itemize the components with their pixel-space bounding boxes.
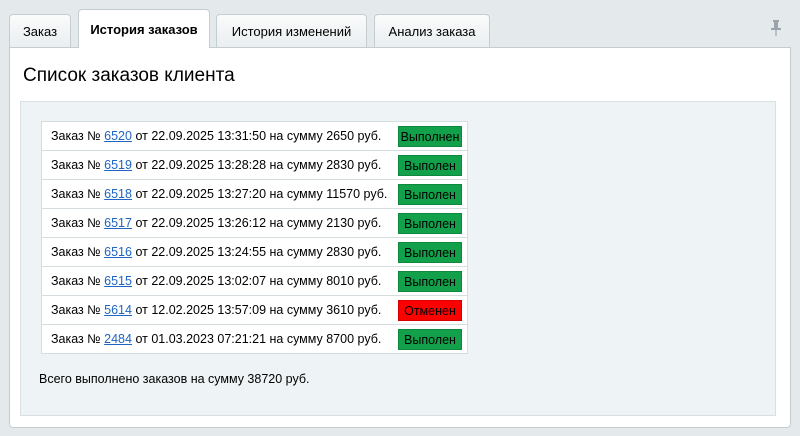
table-row: Заказ № 6519 от 22.09.2025 13:28:28 на с…	[41, 150, 468, 180]
orders-panel: Список заказов клиента Заказ № 6520 от 2…	[9, 47, 791, 428]
table-row: Заказ № 6518 от 22.09.2025 13:27:20 на с…	[41, 179, 468, 209]
pin-icon[interactable]	[770, 19, 782, 37]
status-badge: Выполен	[398, 212, 462, 234]
order-description: Заказ № 6520 от 22.09.2025 13:31:50 на с…	[41, 121, 393, 151]
order-details: от 01.03.2023 07:21:21 на сумму 8700 руб…	[135, 332, 382, 346]
table-row: Заказ № 6516 от 22.09.2025 13:24:55 на с…	[41, 237, 468, 267]
order-details: от 22.09.2025 13:27:20 на сумму 11570 ру…	[135, 187, 388, 201]
status-badge: Отменен	[398, 299, 462, 321]
order-description: Заказ № 6515 от 22.09.2025 13:02:07 на с…	[41, 266, 393, 296]
order-description: Заказ № 6516 от 22.09.2025 13:24:55 на с…	[41, 237, 393, 267]
table-row: Заказ № 5614 от 12.02.2025 13:57:09 на с…	[41, 295, 468, 325]
order-number-link[interactable]: 6518	[104, 187, 132, 201]
orders-table: Заказ № 6520 от 22.09.2025 13:31:50 на с…	[41, 121, 468, 354]
order-prefix: Заказ №	[51, 245, 101, 259]
table-row: Заказ № 6520 от 22.09.2025 13:31:50 на с…	[41, 121, 468, 151]
status-badge: Выполен	[398, 183, 462, 205]
order-prefix: Заказ №	[51, 216, 101, 230]
order-prefix: Заказ №	[51, 303, 101, 317]
tab-label: Анализ заказа	[388, 24, 476, 39]
order-status-cell: Выполен	[392, 208, 468, 238]
order-description: Заказ № 6517 от 22.09.2025 13:26:12 на с…	[41, 208, 393, 238]
order-prefix: Заказ №	[51, 158, 101, 172]
tab-order-analysis[interactable]: Анализ заказа	[374, 14, 490, 48]
tab-label: История изменений	[231, 24, 352, 39]
order-details: от 22.09.2025 13:28:28 на сумму 2830 руб…	[135, 158, 382, 172]
order-details: от 12.02.2025 13:57:09 на сумму 3610 руб…	[135, 303, 382, 317]
order-details: от 22.09.2025 13:24:55 на сумму 2830 руб…	[135, 245, 382, 259]
panel-title: Список заказов клиента	[23, 65, 235, 86]
order-details: от 22.09.2025 13:02:07 на сумму 8010 руб…	[135, 274, 382, 288]
table-row: Заказ № 2484 от 01.03.2023 07:21:21 на с…	[41, 324, 468, 354]
table-row: Заказ № 6515 от 22.09.2025 13:02:07 на с…	[41, 266, 468, 296]
order-prefix: Заказ №	[51, 332, 101, 346]
status-badge: Выполен	[398, 241, 462, 263]
status-badge: Выполен	[398, 154, 462, 176]
order-number-link[interactable]: 2484	[104, 332, 132, 346]
tab-label: История заказов	[90, 21, 198, 37]
order-status-cell: Выполен	[392, 179, 468, 209]
status-badge: Выполнен	[398, 125, 462, 147]
order-status-cell: Выполен	[392, 237, 468, 267]
tab-order[interactable]: Заказ	[9, 14, 71, 48]
order-prefix: Заказ №	[51, 187, 101, 201]
order-status-cell: Выполен	[392, 150, 468, 180]
status-badge: Выполен	[398, 270, 462, 292]
order-details: от 22.09.2025 13:26:12 на сумму 2130 руб…	[135, 216, 382, 230]
order-number-link[interactable]: 6515	[104, 274, 132, 288]
order-prefix: Заказ №	[51, 129, 101, 143]
orders-total: Всего выполнено заказов на сумму 38720 р…	[39, 372, 310, 386]
orders-container: Заказ № 6520 от 22.09.2025 13:31:50 на с…	[20, 101, 776, 416]
status-badge: Выполен	[398, 328, 462, 350]
tab-order-history[interactable]: История заказов	[78, 9, 210, 48]
order-number-link[interactable]: 6519	[104, 158, 132, 172]
order-status-cell: Выполнен	[392, 121, 468, 151]
order-number-link[interactable]: 6516	[104, 245, 132, 259]
order-number-link[interactable]: 6517	[104, 216, 132, 230]
order-prefix: Заказ №	[51, 274, 101, 288]
order-description: Заказ № 5614 от 12.02.2025 13:57:09 на с…	[41, 295, 393, 325]
order-details: от 22.09.2025 13:31:50 на сумму 2650 руб…	[135, 129, 382, 143]
table-row: Заказ № 6517 от 22.09.2025 13:26:12 на с…	[41, 208, 468, 238]
tab-bar: Заказ История заказов История изменений …	[9, 9, 791, 48]
tab-label: Заказ	[22, 24, 58, 39]
order-number-link[interactable]: 6520	[104, 129, 132, 143]
order-status-cell: Выполен	[392, 324, 468, 354]
tab-change-history[interactable]: История изменений	[216, 14, 367, 48]
order-description: Заказ № 6518 от 22.09.2025 13:27:20 на с…	[41, 179, 393, 209]
order-number-link[interactable]: 5614	[104, 303, 132, 317]
order-description: Заказ № 2484 от 01.03.2023 07:21:21 на с…	[41, 324, 393, 354]
order-description: Заказ № 6519 от 22.09.2025 13:28:28 на с…	[41, 150, 393, 180]
order-status-cell: Выполен	[392, 266, 468, 296]
order-status-cell: Отменен	[392, 295, 468, 325]
